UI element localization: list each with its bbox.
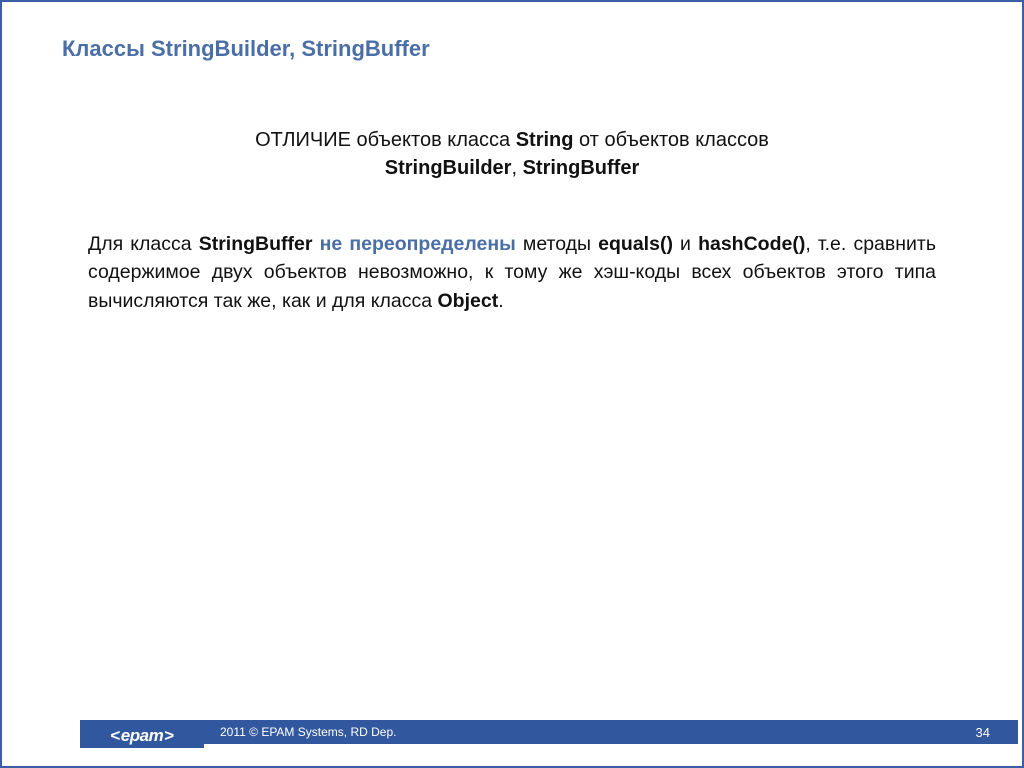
slide: Классы StringBuilder, StringBuffer ОТЛИЧ… [0,0,1024,768]
epam-logo-text: epam [110,726,173,746]
body-text: методы [523,233,598,255]
body-strong: Object [438,290,499,312]
slide-title: Классы StringBuilder, StringBuffer [62,36,430,62]
subtitle-strong: StringBuffer [523,157,640,179]
body-strong: equals() [598,233,673,255]
subtitle-strong: StringBuilder [385,157,512,179]
subtitle-text: от объектов классов [573,129,768,151]
body-text: . [498,290,503,312]
slide-body: Для класса StringBuffer не переопределен… [88,230,936,315]
subtitle-text: , [511,157,522,179]
epam-logo: epam [80,724,204,748]
subtitle-strong: String [516,129,574,151]
body-strong: StringBuffer [199,233,313,255]
footer-bar: 2011 © EPAM Systems, RD Dep. 34 [80,720,1018,744]
body-highlight: не переопределены [312,233,522,255]
body-strong: hashCode() [698,233,805,255]
body-text: Для класса [88,233,199,255]
subtitle-text: ОТЛИЧИЕ объектов класса [255,129,516,151]
slide-footer: 2011 © EPAM Systems, RD Dep. 34 epam [2,720,1022,748]
body-text: и [673,233,698,255]
slide-subtitle: ОТЛИЧИЕ объектов класса String от объект… [62,126,962,182]
footer-copyright: 2011 © EPAM Systems, RD Dep. [220,725,396,739]
footer-page-number: 34 [976,725,990,740]
